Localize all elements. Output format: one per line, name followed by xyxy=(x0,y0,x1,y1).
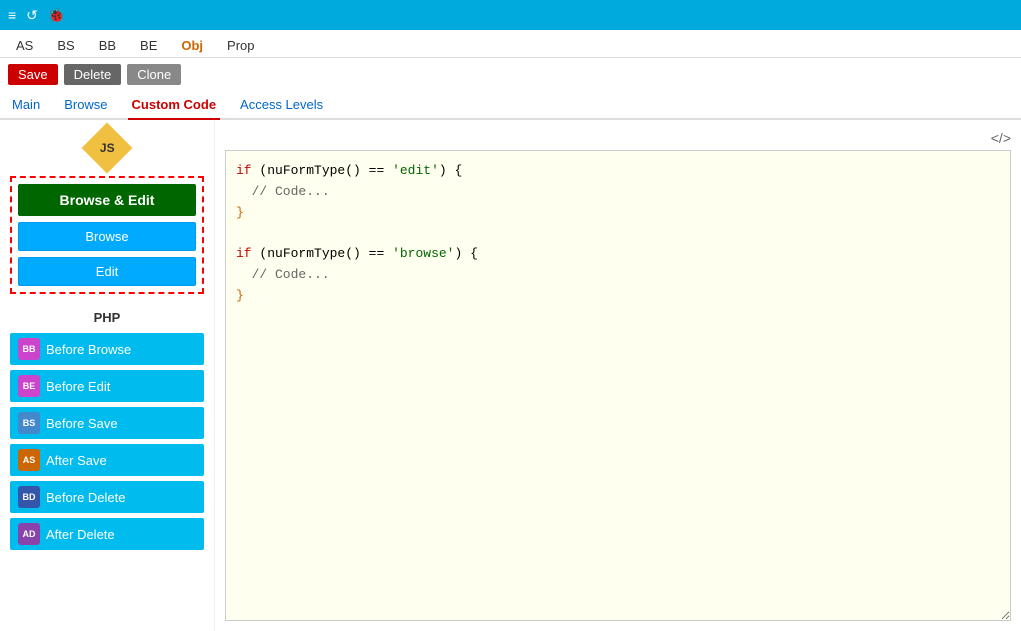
bug-icon[interactable]: 🐞 xyxy=(48,7,65,24)
before-edit-button[interactable]: BE Before Edit xyxy=(10,370,204,402)
code-line-5: if (nuFormType() == 'browse') { xyxy=(236,244,1000,265)
code-toolbar: </> xyxy=(225,130,1011,146)
after-delete-label: After Delete xyxy=(46,527,115,542)
tab-be[interactable]: BE xyxy=(132,34,165,57)
toolbar: Save Delete Clone xyxy=(0,58,1021,91)
before-save-button[interactable]: BS Before Save xyxy=(10,407,204,439)
delete-button[interactable]: Delete xyxy=(64,64,122,85)
before-browse-button[interactable]: BB Before Browse xyxy=(10,333,204,365)
after-save-label: After Save xyxy=(46,453,107,468)
browse-button[interactable]: Browse xyxy=(18,222,196,251)
before-edit-label: Before Edit xyxy=(46,379,110,394)
top-bar: ≡ ↺ 🐞 xyxy=(0,0,1021,30)
bb-badge: BB xyxy=(18,338,40,360)
tab-bb[interactable]: BB xyxy=(91,34,124,57)
clone-button[interactable]: Clone xyxy=(127,64,181,85)
php-section-label: PHP xyxy=(10,310,204,325)
as-badge: AS xyxy=(18,449,40,471)
before-delete-label: Before Delete xyxy=(46,490,126,505)
before-save-label: Before Save xyxy=(46,416,118,431)
before-browse-label: Before Browse xyxy=(46,342,131,357)
code-line-7: } xyxy=(236,286,1000,307)
after-delete-button[interactable]: AD After Delete xyxy=(10,518,204,550)
tab-main[interactable]: Main xyxy=(8,91,44,118)
left-panel: JS Browse & Edit Browse Edit PHP BB Befo… xyxy=(0,120,215,631)
tab-browse[interactable]: Browse xyxy=(60,91,111,118)
tab-prop[interactable]: Prop xyxy=(219,34,262,57)
before-delete-button[interactable]: BD Before Delete xyxy=(10,481,204,513)
code-line-3: } xyxy=(236,203,1000,224)
tab-obj[interactable]: Obj xyxy=(173,34,211,57)
right-panel: </> if (nuFormType() == 'edit') { // Cod… xyxy=(215,120,1021,631)
bs-badge: BS xyxy=(18,412,40,434)
bd-badge: BD xyxy=(18,486,40,508)
tab-bs[interactable]: BS xyxy=(49,34,82,57)
tab-access-levels[interactable]: Access Levels xyxy=(236,91,327,118)
after-save-button[interactable]: AS After Save xyxy=(10,444,204,476)
ad-badge: AD xyxy=(18,523,40,545)
code-toggle-icon[interactable]: </> xyxy=(991,130,1011,146)
nav-tabs: Main Browse Custom Code Access Levels xyxy=(0,91,1021,120)
save-button[interactable]: Save xyxy=(8,64,58,85)
be-badge: BE xyxy=(18,375,40,397)
code-editor[interactable]: if (nuFormType() == 'edit') { // Code...… xyxy=(225,150,1011,621)
js-icon: JS xyxy=(82,123,133,174)
main-content: JS Browse & Edit Browse Edit PHP BB Befo… xyxy=(0,120,1021,631)
tab-custom-code[interactable]: Custom Code xyxy=(128,91,221,120)
js-icon-label: JS xyxy=(100,141,115,155)
code-line-2: // Code... xyxy=(236,182,1000,203)
menu-icon[interactable]: ≡ xyxy=(8,7,16,23)
code-line-1: if (nuFormType() == 'edit') { xyxy=(236,161,1000,182)
tab-row: AS BS BB BE Obj Prop xyxy=(0,30,1021,58)
tab-as[interactable]: AS xyxy=(8,34,41,57)
edit-button[interactable]: Edit xyxy=(18,257,196,286)
refresh-icon[interactable]: ↺ xyxy=(26,7,38,24)
code-line-4 xyxy=(236,223,1000,244)
browse-edit-box: Browse & Edit Browse Edit xyxy=(10,176,204,294)
browse-edit-button[interactable]: Browse & Edit xyxy=(18,184,196,216)
code-line-6: // Code... xyxy=(236,265,1000,286)
